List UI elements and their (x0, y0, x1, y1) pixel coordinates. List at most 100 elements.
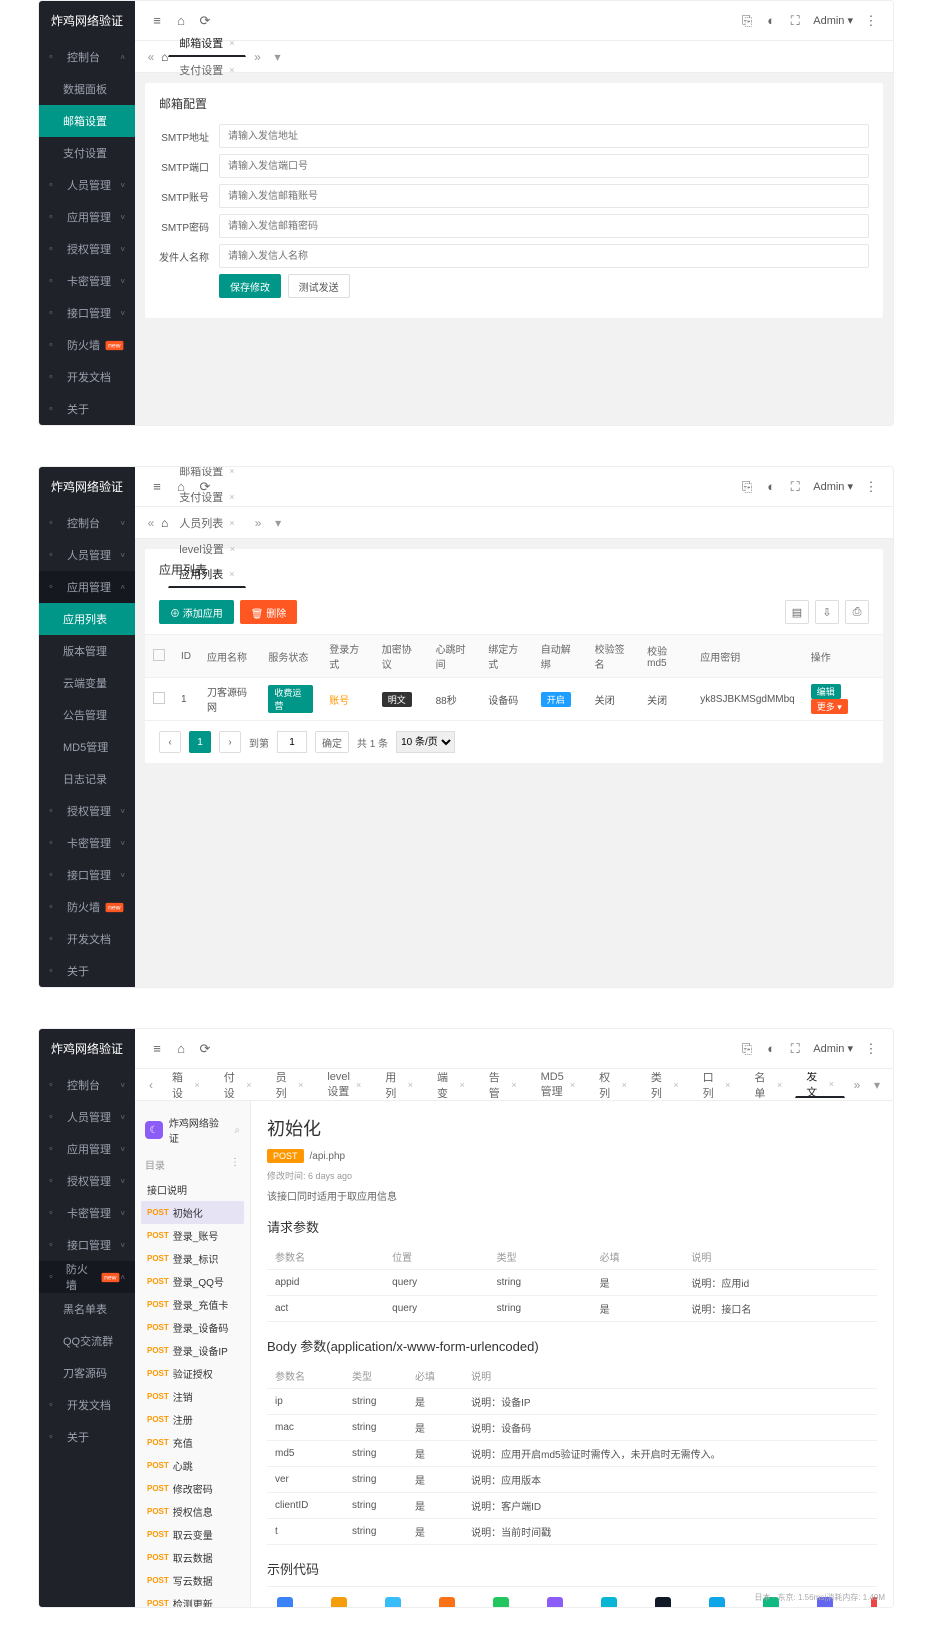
nav-接口管理[interactable]: ◦接口管理˅ (39, 1229, 135, 1261)
close-icon[interactable]: × (229, 38, 234, 48)
tabs-prev-icon[interactable]: « (141, 516, 161, 530)
tab-人员列表[interactable]: 人员列表× (265, 1072, 315, 1098)
tab-邮箱设置[interactable]: 邮箱设置× (168, 31, 245, 57)
nav-控制台[interactable]: ◦控制台˅ (39, 1069, 135, 1101)
field-input-SMTP账号[interactable] (219, 184, 869, 208)
menu-icon[interactable]: ≡ (145, 479, 169, 494)
lang-Swift[interactable]: Swift (429, 1597, 465, 1607)
field-input-SMTP端口[interactable] (219, 154, 869, 178)
admin-menu[interactable]: Admin ▾ (807, 1042, 859, 1055)
close-icon[interactable]: × (298, 1080, 303, 1090)
close-icon[interactable]: × (408, 1080, 413, 1090)
close-icon[interactable]: × (777, 1080, 782, 1090)
nav-邮箱设置[interactable]: 邮箱设置 (39, 105, 135, 137)
doc-item-登录_账号[interactable]: POST登录_账号 (141, 1224, 244, 1247)
nav-授权管理[interactable]: ◦授权管理˅ (39, 233, 135, 265)
pager-page-input[interactable] (277, 731, 307, 753)
doc-item-取云变量[interactable]: POST取云变量 (141, 1523, 244, 1546)
close-icon[interactable]: × (230, 544, 235, 554)
close-icon[interactable]: × (725, 1080, 730, 1090)
tab-应用列表[interactable]: 应用列表× (374, 1072, 424, 1098)
lang-Go[interactable]: Go (483, 1597, 519, 1607)
doc-item-注册[interactable]: POST注册 (141, 1408, 244, 1431)
lang-Shell[interactable]: Shell (267, 1597, 303, 1607)
more-icon[interactable]: ⋮ (859, 1041, 883, 1057)
nav-应用列表[interactable]: 应用列表 (39, 603, 135, 635)
more-icon[interactable]: ⋮ (859, 13, 883, 29)
nav-日志记录[interactable]: 日志记录 (39, 763, 135, 795)
field-input-SMTP地址[interactable] (219, 124, 869, 148)
nav-防火墙[interactable]: ◦防火墙new˄ (39, 1261, 135, 1293)
tab-云端变量[interactable]: 云端变量× (426, 1072, 476, 1098)
lang-PHP[interactable]: PHP (537, 1597, 573, 1607)
notify-icon[interactable]: ⎘ (735, 13, 759, 29)
close-icon[interactable]: × (673, 1080, 678, 1090)
admin-menu[interactable]: Admin ▾ (807, 14, 859, 27)
lang-Python[interactable]: Python (591, 1597, 627, 1607)
pager-page-1[interactable]: 1 (189, 731, 211, 753)
nav-控制台[interactable]: ◦控制台˄ (39, 41, 135, 73)
notify-icon[interactable]: ⎘ (735, 1041, 759, 1057)
close-icon[interactable]: × (829, 1079, 834, 1089)
close-icon[interactable]: × (229, 518, 234, 528)
menu-icon[interactable]: ≡ (145, 13, 169, 28)
lang-C[interactable]: C (699, 1597, 735, 1607)
doc-item-登录_QQ号[interactable]: POST登录_QQ号 (141, 1270, 244, 1293)
nav-刀客源码[interactable]: 刀客源码 (39, 1357, 135, 1389)
tab-支付设置[interactable]: 支付设置× (168, 484, 246, 510)
nav-关于[interactable]: ◦关于 (39, 955, 135, 987)
tabs-next-icon[interactable]: » (248, 50, 268, 64)
close-icon[interactable]: × (246, 1080, 251, 1090)
tab-支付设置[interactable]: 支付设置× (168, 57, 245, 83)
menu-icon[interactable]: ≡ (145, 1041, 169, 1056)
nav-公告管理[interactable]: 公告管理 (39, 699, 135, 731)
nav-开发文档[interactable]: ◦开发文档 (39, 923, 135, 955)
export-icon[interactable]: ⇩ (815, 600, 839, 624)
close-icon[interactable]: × (356, 1080, 361, 1090)
field-input-发件人名称[interactable] (219, 244, 869, 268)
nav-版本管理[interactable]: 版本管理 (39, 635, 135, 667)
doc-item-验证授权[interactable]: POST验证授权 (141, 1362, 244, 1385)
home-icon[interactable]: ⌂ (169, 1041, 193, 1056)
nav-防火墙[interactable]: ◦防火墙new (39, 329, 135, 361)
row-checkbox[interactable] (153, 692, 165, 704)
field-input-SMTP密码[interactable] (219, 214, 869, 238)
tabs-next-icon[interactable]: » (248, 516, 268, 530)
doc-item-登录_标识[interactable]: POST登录_标识 (141, 1247, 244, 1270)
more-button[interactable]: 更多 ▾ (811, 699, 848, 714)
more-icon[interactable]: ⋮ (859, 479, 883, 495)
tab-level设置[interactable]: level设置× (316, 1072, 372, 1098)
nav-关于[interactable]: ◦关于 (39, 1421, 135, 1453)
lang-HTTP[interactable]: HTTP (645, 1597, 681, 1607)
doc-item-注销[interactable]: POST注销 (141, 1385, 244, 1408)
theme-icon[interactable]: ◐ (759, 479, 783, 494)
pager-next[interactable]: › (219, 731, 241, 753)
theme-icon[interactable]: ◐ (759, 1041, 783, 1056)
close-icon[interactable]: × (511, 1080, 516, 1090)
doc-item-登录_设备IP[interactable]: POST登录_设备IP (141, 1339, 244, 1362)
doc-item-取云数据[interactable]: POST取云数据 (141, 1546, 244, 1569)
close-icon[interactable]: × (229, 569, 234, 579)
doc-item-充值[interactable]: POST充值 (141, 1431, 244, 1454)
nav-MD5管理[interactable]: MD5管理 (39, 731, 135, 763)
search-icon[interactable]: ⌕ (234, 1125, 240, 1136)
admin-menu[interactable]: Admin ▾ (807, 480, 859, 493)
tabs-menu-icon[interactable]: ▾ (268, 50, 288, 64)
nav-开发文档[interactable]: ◦开发文档 (39, 1389, 135, 1421)
filter-icon[interactable]: ▤ (785, 600, 809, 624)
save-button[interactable]: 保存修改 (219, 274, 281, 298)
tabs-menu-icon[interactable]: ▾ (268, 516, 288, 530)
nav-关于[interactable]: ◦关于 (39, 393, 135, 425)
test-send-button[interactable]: 测试发送 (288, 274, 350, 298)
tab-黑名单表[interactable]: 黑名单表× (743, 1072, 793, 1098)
doc-item-初始化[interactable]: POST初始化 (141, 1201, 244, 1224)
nav-卡密管理[interactable]: ◦卡密管理˅ (39, 265, 135, 297)
theme-icon[interactable]: ◐ (759, 13, 783, 28)
nav-应用管理[interactable]: ◦应用管理˅ (39, 1133, 135, 1165)
tab-接口列表[interactable]: 接口列表× (692, 1072, 742, 1098)
nav-接口管理[interactable]: ◦接口管理˅ (39, 859, 135, 891)
tabs-home-icon[interactable]: ⌂ (161, 516, 168, 530)
nav-授权管理[interactable]: ◦授权管理˅ (39, 1165, 135, 1197)
tabs-next-icon[interactable]: » (847, 1078, 867, 1092)
notify-icon[interactable]: ⎘ (735, 479, 759, 495)
